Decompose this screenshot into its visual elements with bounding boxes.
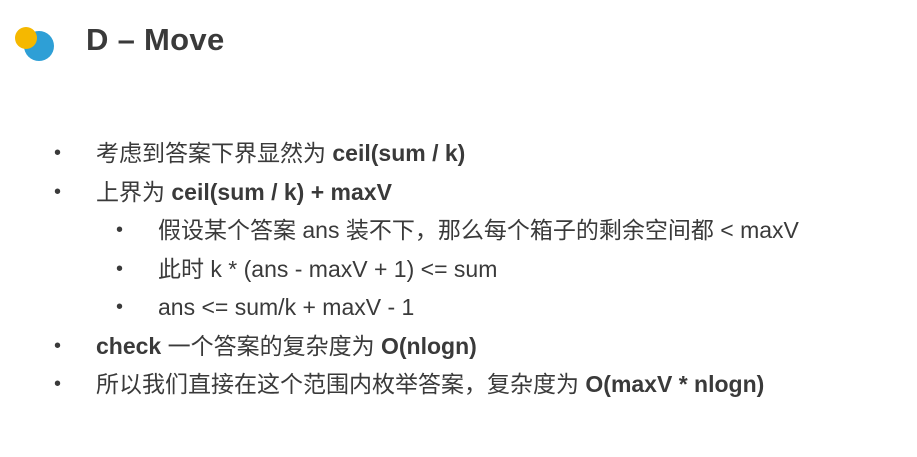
bullet-text-run: 上界为 <box>96 178 172 205</box>
slide: D – Move • 考虑到答案下界显然为 ceil(sum / k) • 上界为 c… <box>0 0 917 457</box>
bullet-text: 上界为 ceil(sum / k) + maxV <box>96 173 392 212</box>
bullet-text-run: ans <= sum/k + maxV - 1 <box>158 294 415 320</box>
bullet-dot: • <box>54 334 62 357</box>
bullet-text-run: 考虑到答案下界显然为 <box>96 140 333 166</box>
bullet-dot: • <box>116 257 124 280</box>
bullet-text-bold: O(maxV * nlogn) <box>585 371 765 397</box>
bullet-text: 考虑到答案下界显然为 ceil(sum / k) <box>96 134 465 173</box>
bullet-text-run: 一个答案的复杂度为 <box>161 332 381 359</box>
logo-yellow-circle <box>15 27 37 49</box>
bullet-text-run: 假设某个答案 ans 装不下，那么每个箱子的剩余空间都 < maxV <box>158 217 799 243</box>
bullet-text-run: 此时 k * (ans - maxV + 1) <= sum <box>158 255 498 282</box>
bullet-text: 假设某个答案 ans 装不下，那么每个箱子的剩余空间都 < maxV <box>158 211 799 250</box>
bullet-text: check 一个答案的复杂度为 O(nlogn) <box>96 327 477 366</box>
bullet-item: • ans <= sum/k + maxV - 1 <box>0 288 917 327</box>
bullet-text-run: 所以我们直接在这个范围内枚举答案，复杂度为 <box>96 371 586 397</box>
two-overlapping-circles-icon <box>15 27 54 61</box>
bullet-dot: • <box>54 180 62 203</box>
bullet-dot: • <box>116 219 124 241</box>
bullet-text-bold: ceil(sum / k) <box>332 140 466 166</box>
bullet-text: 此时 k * (ans - maxV + 1) <= sum <box>158 250 497 289</box>
bullet-item: • 上界为 ceil(sum / k) + maxV <box>0 173 917 212</box>
bullet-item: • 假设某个答案 ans 装不下，那么每个箱子的剩余空间都 < maxV <box>0 211 917 250</box>
slide-title: D – Move <box>86 22 225 57</box>
bullet-text: ans <= sum/k + maxV - 1 <box>158 288 414 327</box>
bullet-dot: • <box>116 296 124 318</box>
bullet-list: • 考虑到答案下界显然为 ceil(sum / k) • 上界为 ceil(sum /… <box>0 134 917 404</box>
bullet-dot: • <box>54 142 62 164</box>
bullet-dot: • <box>54 373 62 395</box>
bullet-item: • check 一个答案的复杂度为 O(nlogn) <box>0 327 917 366</box>
bullet-text-bold: check <box>96 332 162 359</box>
bullet-text-bold: O(nlogn) <box>381 332 477 359</box>
bullet-item: • 考虑到答案下界显然为 ceil(sum / k) <box>0 134 917 173</box>
bullet-text-bold: ceil(sum / k) + maxV <box>171 178 392 205</box>
bullet-item: • 此时 k * (ans - maxV + 1) <= sum <box>0 250 917 289</box>
bullet-text: 所以我们直接在这个范围内枚举答案，复杂度为 O(maxV * nlogn) <box>96 365 764 404</box>
bullet-item: • 所以我们直接在这个范围内枚举答案，复杂度为 O(maxV * nlogn) <box>0 365 917 404</box>
